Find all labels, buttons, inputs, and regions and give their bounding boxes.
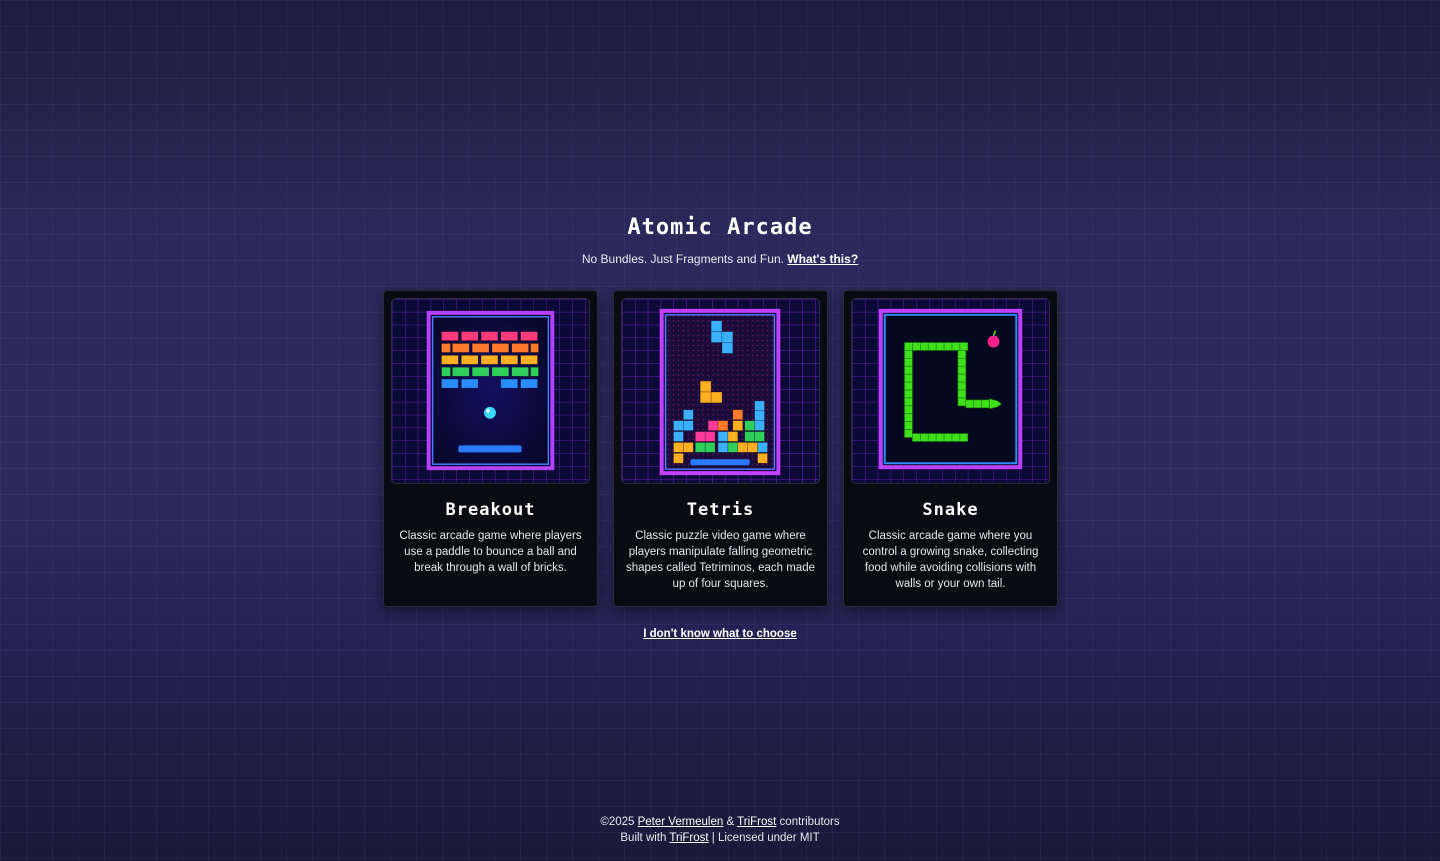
ampersand-text: & (726, 816, 735, 828)
game-description: Classic arcade game where you control a … (862, 530, 1039, 590)
built-with-text: Built with (620, 832, 667, 844)
game-list: Breakout Classic arcade game where playe… (383, 290, 1058, 607)
game-description: Classic arcade game where players use a … (399, 530, 582, 574)
snake-thumbnail-icon (851, 298, 1050, 484)
page-title: Atomic Arcade (627, 215, 813, 240)
game-card-breakout[interactable]: Breakout Classic arcade game where playe… (383, 290, 598, 607)
trifrost-link[interactable]: TriFrost (737, 816, 776, 828)
game-description: Classic puzzle video game where players … (625, 530, 815, 590)
game-title: Tetris (686, 500, 755, 520)
page-tagline: No Bundles. Just Fragments and Fun. What… (0, 252, 1440, 266)
footer-line-1: ©2025 Peter Vermeulen & TriFrost contrib… (0, 814, 1440, 830)
random-choice-link[interactable]: I don't know what to choose (643, 628, 797, 640)
footer-line-2: Built with TriFrost | Licensed under MIT (0, 830, 1440, 846)
whats-this-link[interactable]: What's this? (787, 252, 858, 266)
author-link[interactable]: Peter Vermeulen (638, 816, 724, 828)
footer: ©2025 Peter Vermeulen & TriFrost contrib… (0, 814, 1440, 846)
license-text: | Licensed under MIT (711, 832, 820, 844)
game-card-tetris[interactable]: Tetris Classic puzzle video game where p… (613, 290, 828, 607)
tagline-text: No Bundles. Just Fragments and Fun. (581, 252, 784, 266)
copyright-text: ©2025 (600, 816, 635, 828)
game-title: Breakout (445, 500, 536, 520)
game-card-snake[interactable]: Snake Classic arcade game where you cont… (843, 290, 1058, 607)
built-with-trifrost-link[interactable]: TriFrost (669, 832, 708, 844)
contributors-text: contributors (779, 816, 840, 828)
tetris-thumbnail-icon (621, 298, 820, 484)
random-choice: I don't know what to choose (0, 628, 1440, 640)
breakout-thumbnail-icon (391, 298, 590, 484)
game-title: Snake (922, 500, 979, 520)
